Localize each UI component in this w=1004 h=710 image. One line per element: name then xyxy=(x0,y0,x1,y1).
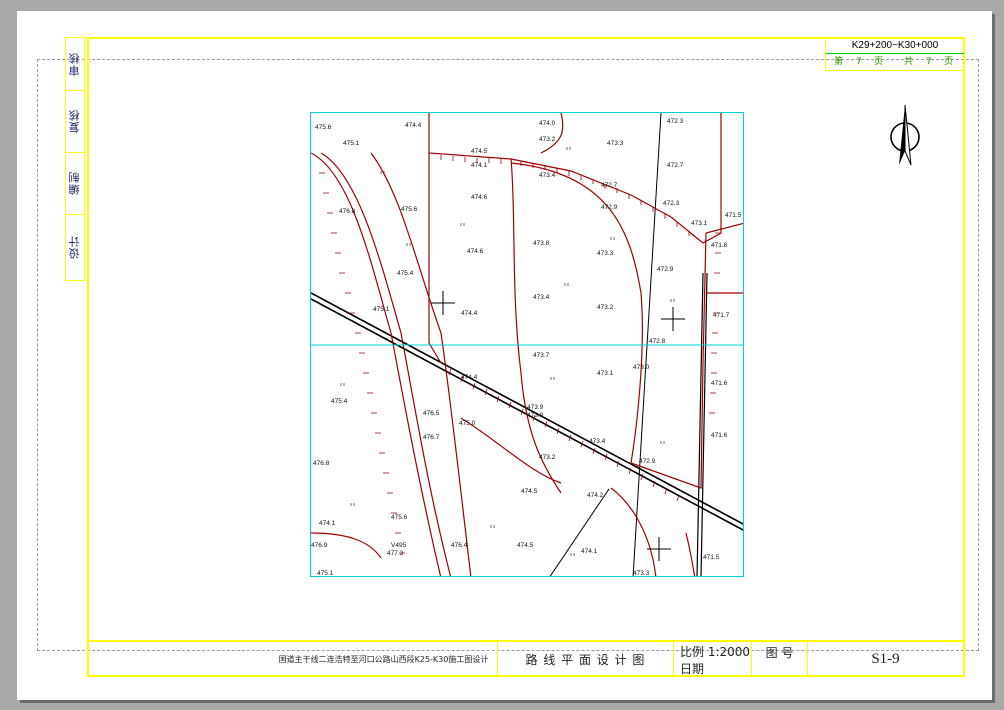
elevation-label: 476.5 xyxy=(423,410,440,417)
side-label-compile: 编制 xyxy=(68,171,81,195)
elevation-label: 472.3 xyxy=(663,200,680,207)
side-cell-review: 审核 xyxy=(66,38,84,91)
elevation-label: 471.6 xyxy=(711,432,728,439)
elevation-label: 474.5 xyxy=(521,488,538,495)
elevation-label: 474.1 xyxy=(319,520,336,527)
elevation-label: 476.8 xyxy=(313,460,330,467)
elevation-label: 476.8 xyxy=(339,208,356,215)
elevation-label: 474.1 xyxy=(581,548,598,555)
elevation-label: 472.9 xyxy=(601,204,618,211)
elevation-label: 473.8 xyxy=(533,240,550,247)
page-unit: 页 xyxy=(874,57,887,67)
drawing-sheet: 审核 复核 编制 设计 K29+200~K30+000 第 7 页 共 7 页 xyxy=(17,11,992,700)
elevation-label: 474.6 xyxy=(467,248,484,255)
elevation-label: 473.3 xyxy=(633,570,650,577)
side-label-recheck: 复核 xyxy=(68,109,81,133)
elevation-label: 476.9 xyxy=(311,542,328,549)
elevation-label: 471.5 xyxy=(725,212,742,219)
elevation-label: 474.0 xyxy=(539,120,556,127)
page-prefix: 第 xyxy=(834,57,847,67)
title-block: 国道主干线二连浩特至河口公路山西段K25-K30施工图设计 路 线 平 面 设 … xyxy=(87,640,965,677)
elevation-label: 475.6 xyxy=(391,514,408,521)
elevation-label: 477.3 xyxy=(387,550,404,557)
elevation-label: 473.4 xyxy=(589,438,606,445)
north-arrow-icon xyxy=(890,104,920,166)
elevation-label: 473.0 xyxy=(633,364,650,371)
elevation-label: 472.3 xyxy=(667,118,684,125)
drawing-number: S1-9 xyxy=(871,651,900,667)
date-label: 日期 xyxy=(680,661,705,676)
elevation-label: 474.5 xyxy=(517,542,534,549)
elevation-label: 474.1 xyxy=(471,162,488,169)
elevation-label: 474.4 xyxy=(461,310,478,317)
side-label-design: 设计 xyxy=(68,235,81,259)
elevation-label: 475.1 xyxy=(373,306,390,313)
scale-text: 比例 1:2000 xyxy=(680,644,751,659)
elevation-label: 474.4 xyxy=(461,374,478,381)
elevation-label: 472.9 xyxy=(639,458,656,465)
elevation-label: 474.5 xyxy=(471,148,488,155)
elevation-label: 473.3 xyxy=(597,250,614,257)
side-cell-design: 设计 xyxy=(66,214,84,280)
elevation-label: 472.7 xyxy=(667,162,684,169)
map-drawing: 475.6 474.4 475.1 474.5 474.0 473.2 473.… xyxy=(311,113,743,577)
chainage-range: K29+200~K30+000 xyxy=(826,38,964,54)
project-name: 国道主干线二连浩特至河口公路山西段K25-K30施工图设计 xyxy=(270,642,498,677)
side-label-review: 审核 xyxy=(68,52,81,76)
elevation-label: 475.4 xyxy=(397,270,414,277)
elevation-label: 475.0 xyxy=(459,420,476,427)
page-number: 7 xyxy=(856,57,865,67)
elevation-label: 473.7 xyxy=(533,352,550,359)
scale-date-cell: 比例 1:2000 日期 xyxy=(674,642,752,677)
topographic-map: 475.6 474.4 475.1 474.5 474.0 473.2 473.… xyxy=(310,112,744,577)
elevation-label: 475.6 xyxy=(401,206,418,213)
survey-point-label: V495 xyxy=(391,542,407,549)
elevation-label: 476.4 xyxy=(451,542,468,549)
page-box: K29+200~K30+000 第 7 页 共 7 页 xyxy=(825,37,965,71)
elevation-label: 472.9 xyxy=(657,266,674,273)
elevation-label: 472.7 xyxy=(601,182,618,189)
elevation-label: 475.1 xyxy=(343,140,360,147)
elevation-label: 473.4 xyxy=(539,172,556,179)
elevation-label: 473.3 xyxy=(607,140,624,147)
elevation-label: 473.9 xyxy=(527,404,544,411)
side-cell-recheck: 复核 xyxy=(66,90,84,153)
elevation-label: 473.2 xyxy=(597,304,614,311)
elevation-label: 474.4 xyxy=(405,122,422,129)
elevation-label: 474.6 xyxy=(471,194,488,201)
drawing-title: 路 线 平 面 设 计 图 xyxy=(498,642,674,677)
elevation-label: 475.4 xyxy=(331,398,348,405)
elevation-label: 471.8 xyxy=(711,242,728,249)
elevation-label: 474.2 xyxy=(587,492,604,499)
total-unit: 页 xyxy=(944,57,957,67)
side-cell-compile: 编制 xyxy=(66,152,84,215)
elevation-label: 473.2 xyxy=(539,136,556,143)
elevation-label: 476.7 xyxy=(423,434,440,441)
elevation-label: 472.8 xyxy=(649,338,666,345)
drawing-no-label: 图 号 xyxy=(752,642,808,677)
elevation-label: 471.7 xyxy=(713,312,730,319)
total-number: 7 xyxy=(926,57,935,67)
elevation-label: 473.1 xyxy=(691,220,708,227)
signature-strip: 审核 复核 编制 设计 xyxy=(65,37,85,281)
tb-empty xyxy=(87,642,270,677)
total-prefix: 共 xyxy=(904,57,917,67)
elevation-label: 473.9 xyxy=(527,412,544,419)
elevation-label: 473.1 xyxy=(597,370,614,377)
elevation-label: 471.5 xyxy=(703,554,720,561)
elevation-label: 475.6 xyxy=(315,124,332,131)
elevation-label: 475.1 xyxy=(317,570,334,577)
elevation-label: 473.4 xyxy=(533,294,550,301)
elevation-label: 471.6 xyxy=(711,380,728,387)
elevation-label: 473.2 xyxy=(539,454,556,461)
